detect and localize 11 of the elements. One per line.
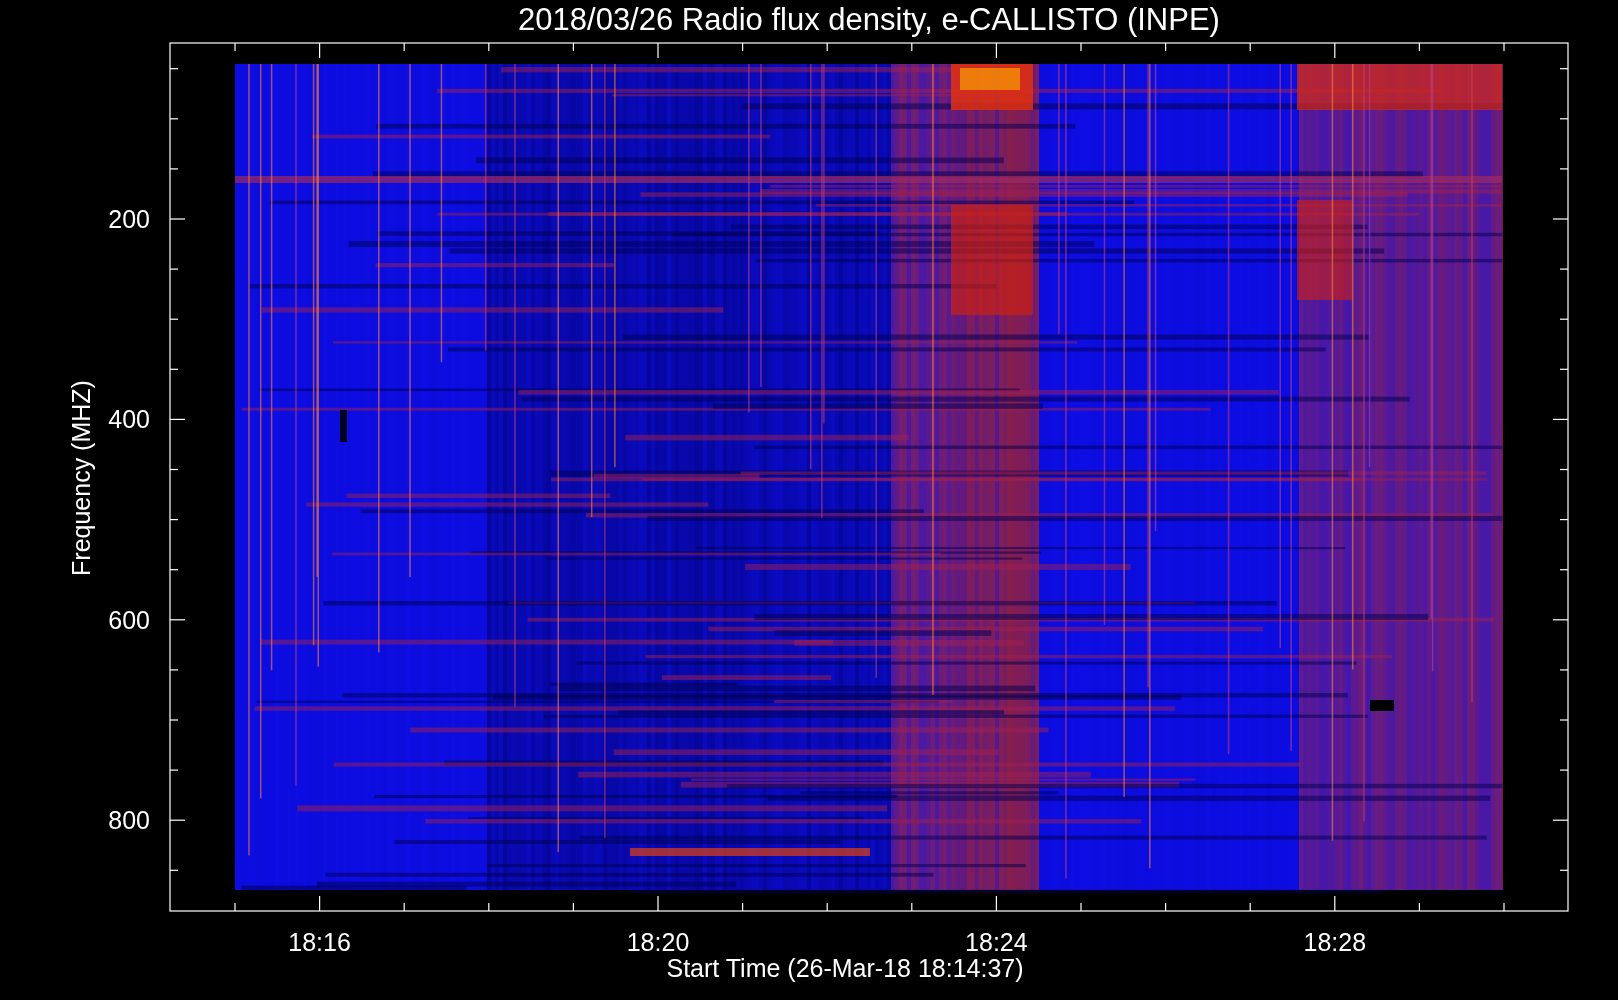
tick-label: 18:28 <box>1303 928 1367 956</box>
axis-label: Start Time (26-Mar-18 18:14:37) <box>666 954 1024 982</box>
tick-label: 800 <box>108 806 150 835</box>
tick-label: 400 <box>108 405 150 434</box>
axis-label: Frequency (MHZ) <box>67 380 95 576</box>
tick-label: 18:24 <box>965 928 1028 956</box>
tick-label: 600 <box>108 605 150 634</box>
tick-label: 18:16 <box>288 928 351 956</box>
tick-label: 200 <box>108 205 150 233</box>
plot-title: 2018/03/26 Radio flux density, e-CALLISTO (INPE) <box>518 2 1220 37</box>
tick-label: 18:20 <box>626 928 690 956</box>
